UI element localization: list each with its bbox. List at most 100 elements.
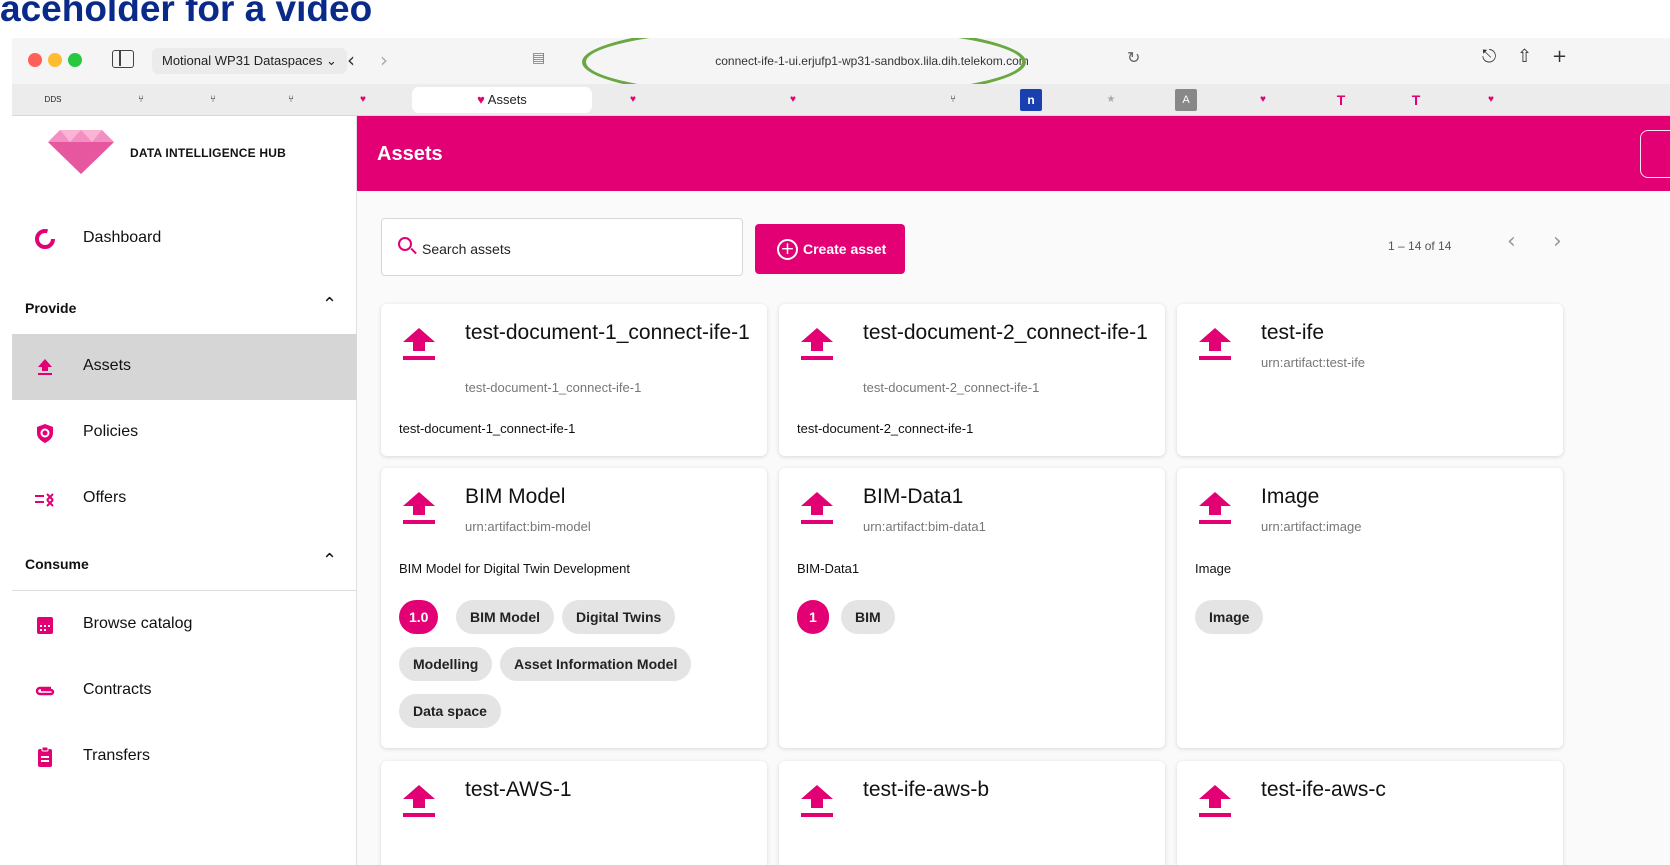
asset-card[interactable]: test-document-2_connect-ife-1 test-docum… [779,304,1165,456]
divider [12,590,357,591]
favorite-dds[interactable]: DDS [42,89,64,111]
favorite-share-3[interactable]: ⑂ [280,89,302,111]
chevron-up-icon: ⌃ [322,550,338,571]
sidebar-item-label: Offers [83,489,127,506]
sidebar-item-label: Browse catalog [83,615,193,632]
section-consume[interactable]: Consume ⌃ [12,540,357,590]
version-chip: 1.0 [399,600,439,634]
new-tab-icon[interactable]: + [1552,46,1567,67]
keyword-chip: Modelling [399,647,493,681]
chevron-down-icon: ⌄ [326,53,337,68]
favorite-share-4[interactable]: ⑂ [942,89,964,111]
asset-card[interactable]: BIM Model urn:artifact:bim-model BIM Mod… [381,468,767,748]
page-menu-icon[interactable]: ▤ [532,50,545,66]
asset-card[interactable]: test-ife-aws-b [779,761,1165,865]
asset-card[interactable]: BIM-Data1 urn:artifact:bim-data1 BIM-Dat… [779,468,1165,748]
asset-id: urn:artifact:bim-data1 [863,519,986,534]
asset-description: test-document-1_connect-ife-1 [399,421,576,436]
browser-titlebar: Motional WP31 Dataspaces ⌄ ‹ › ▤ connect… [12,38,1670,100]
favorite-telekom-heart-1[interactable]: ♥ [352,89,374,111]
favorite-share-1[interactable]: ⑂ [130,89,152,111]
create-asset-button[interactable]: + Create asset [755,224,905,274]
favorite-telekom-heart-4[interactable]: ♥ [1252,89,1274,111]
section-label: Provide [25,300,77,316]
favorite-telekom-heart-3[interactable]: ♥ [782,89,804,111]
search-input[interactable]: Search assets [381,218,743,276]
tab-group-selector[interactable]: Motional WP31 Dataspaces ⌄ [152,48,347,74]
favorite-telekom-heart-5[interactable]: ♥ [1480,89,1502,111]
offers-icon [34,488,56,510]
sidebar-item-contracts[interactable]: Contracts [12,658,357,724]
favorite-a[interactable]: A [1175,89,1197,111]
asset-title: BIM-Data1 [863,485,964,508]
zoom-window-button[interactable] [68,53,82,67]
shield-icon [34,422,56,444]
sidebar-item-label: Contracts [83,681,152,698]
section-provide[interactable]: Provide ⌃ [12,284,357,334]
asset-description: test-document-2_connect-ife-1 [797,421,974,436]
favorite-share-2[interactable]: ⑂ [202,89,224,111]
asset-card[interactable]: Image urn:artifact:image Image Image [1177,468,1563,748]
sidebar-item-label: Transfers [83,747,150,764]
sidebar-item-assets[interactable]: Assets [12,334,357,400]
favorite-star[interactable]: ★ [1100,89,1122,111]
dih-logo-icon [48,130,114,174]
asset-card[interactable]: test-ife urn:artifact:test-ife [1177,304,1563,456]
sidebar-item-transfers[interactable]: Transfers [12,724,357,790]
share-icon[interactable]: ⇧ [1517,46,1532,67]
upload-icon [801,328,833,368]
pagination-range: 1 – 14 of 14 [1388,239,1452,253]
close-window-button[interactable] [28,53,42,67]
asset-id: test-document-2_connect-ife-1 [863,380,1040,395]
next-page-button[interactable]: › [1553,229,1562,254]
asset-card[interactable]: test-document-1_connect-ife-1 test-docum… [381,304,767,456]
section-label: Consume [25,556,89,572]
back-button[interactable]: ‹ [337,48,365,74]
keyword-chip: Asset Information Model [500,647,692,681]
previous-page-button[interactable]: ‹ [1507,229,1516,254]
asset-card[interactable]: test-ife-aws-c [1177,761,1563,865]
app-header: Assets [357,116,1670,191]
plus-circle-icon: + [777,239,798,260]
main-content: Assets Search assets + Create asset 1 – … [357,116,1670,865]
sidebar-item-label: Policies [83,423,139,440]
download-icon[interactable]: ⎋ [1482,46,1496,67]
minimize-window-button[interactable] [48,53,62,67]
favorite-telekom-heart-2[interactable]: ♥ [622,89,644,111]
sidebar-toggle-icon[interactable] [112,50,134,68]
favorite-telekom-t-2[interactable]: T [1405,89,1427,111]
reload-icon[interactable]: ↻ [1127,48,1140,67]
asset-title: test-document-2_connect-ife-1 [863,321,1148,344]
search-icon [398,237,412,251]
sidebar-item-label: Dashboard [83,229,162,246]
favorite-n[interactable]: n [1020,89,1042,111]
app-sidebar: DATA INTELLIGENCE HUB Dashboard Provide … [12,116,357,865]
asset-description: Image [1195,561,1232,576]
user-menu-button[interactable] [1640,130,1670,178]
asset-title: BIM Model [465,485,566,508]
upload-icon [801,785,833,825]
asset-id: urn:artifact:test-ife [1261,355,1366,370]
version-chip: 1 [797,600,829,634]
favorite-telekom-t-1[interactable]: T [1330,89,1352,111]
forward-button[interactable]: › [370,48,398,74]
sidebar-item-offers[interactable]: Offers [12,466,357,532]
asset-title: test-ife-aws-c [1261,778,1386,801]
sidebar-item-browse-catalog[interactable]: Browse catalog [12,592,357,658]
asset-id: test-document-1_connect-ife-1 [465,380,642,395]
upload-icon [801,492,833,532]
asset-title: test-AWS-1 [465,778,572,801]
asset-card[interactable]: test-AWS-1 [381,761,767,865]
sidebar-item-dashboard[interactable]: Dashboard [12,206,357,272]
tab-assets[interactable]: ♥ Assets [412,87,592,113]
chevron-up-icon: ⌃ [322,294,338,315]
sidebar-item-policies[interactable]: Policies [12,400,357,466]
asset-id: urn:artifact:image [1261,519,1362,534]
asset-description: BIM Model for Digital Twin Development [399,561,630,576]
asset-description: BIM-Data1 [797,561,860,576]
upload-icon [403,328,435,368]
keyword-chip: Image [1195,600,1264,634]
asset-title: test-ife [1261,321,1325,344]
upload-icon [403,492,435,532]
asset-title: test-ife-aws-b [863,778,990,801]
